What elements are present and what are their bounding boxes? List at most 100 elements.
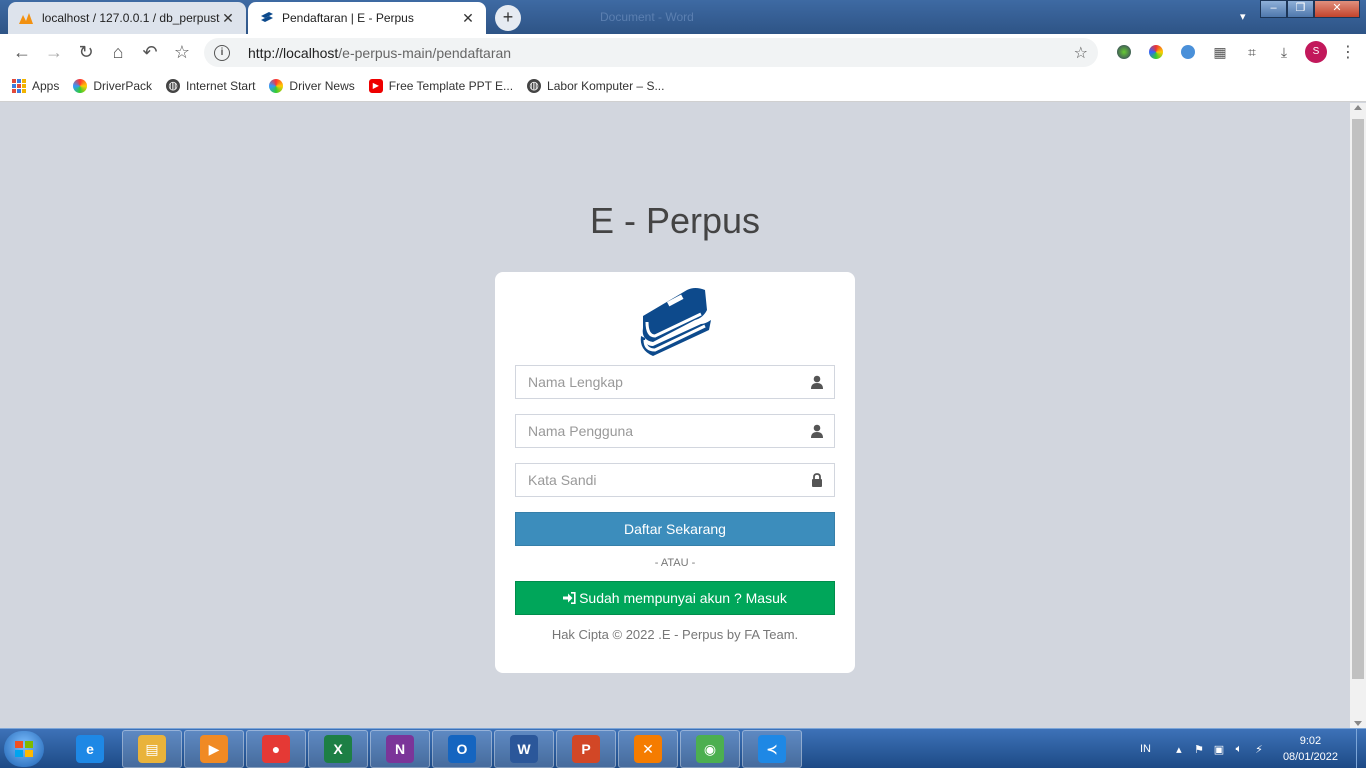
maximize-button[interactable]: ❐ xyxy=(1287,0,1314,18)
taskbar-app[interactable]: ▶ xyxy=(184,730,244,768)
network-icon[interactable]: ▣ xyxy=(1209,743,1229,756)
tab-search-icon[interactable]: ▾ xyxy=(1240,10,1246,23)
browser-toolbar: ← → ↻ ⌂ ↶ ☆ i http://localhost/e-perpus-… xyxy=(0,34,1366,70)
onenote-icon: N xyxy=(386,735,414,763)
close-icon[interactable]: ✕ xyxy=(460,10,476,27)
star-icon[interactable]: ☆ xyxy=(1074,43,1088,63)
fullname-input[interactable] xyxy=(516,366,834,398)
clock-time: 9:02 xyxy=(1299,735,1322,747)
bookmark-label: Apps xyxy=(32,78,60,93)
reload-icon[interactable]: ↻ xyxy=(70,36,102,68)
taskbar-app[interactable]: N xyxy=(370,730,430,768)
password-field[interactable] xyxy=(515,463,835,497)
tab-phpmyadmin[interactable]: localhost / 127.0.0.1 / db_perpust ✕ xyxy=(8,2,246,34)
extension-grid-icon[interactable]: ▦ xyxy=(1204,38,1236,66)
tab-pendaftaran[interactable]: Pendaftaran | E - Perpus ✕ xyxy=(248,2,486,34)
lock-icon xyxy=(810,473,824,487)
clock[interactable]: 9:02 08/01/2022 xyxy=(1283,733,1338,765)
bookmark-label: Internet Start xyxy=(186,78,256,93)
bookmark-driver-news[interactable]: Driver News xyxy=(269,78,355,93)
info-icon[interactable]: i xyxy=(214,44,230,61)
login-button[interactable]: Sudah mempunyai akun ? Masuk xyxy=(515,581,835,615)
back-icon[interactable]: ← xyxy=(6,36,38,68)
fullname-field[interactable] xyxy=(515,365,835,399)
powerpoint-icon: P xyxy=(572,735,600,763)
extension-shield-icon[interactable] xyxy=(1172,38,1204,66)
windows-taskbar: e ▤ ▶ ● X N O W P ✕ ◉ ≺ IN ▴ ⚑ ▣ 🔈︎ ⚡ 9:02 08/01/20… xyxy=(0,728,1366,768)
username-input[interactable] xyxy=(516,415,834,447)
volume-icon[interactable]: 🔈︎ xyxy=(1229,743,1249,756)
home-icon[interactable]: ⌂ xyxy=(102,36,134,68)
tab-label: Pendaftaran | E - Perpus xyxy=(282,11,414,25)
url-path: /e-perpus-main/pendaftaran xyxy=(338,44,512,61)
sign-in-icon xyxy=(563,583,576,615)
bookmark-internet-start[interactable]: ◍ Internet Start xyxy=(166,78,256,93)
bookmark-free-template[interactable]: ▶ Free Template PPT E... xyxy=(368,78,514,93)
download-icon[interactable]: ⤓ xyxy=(1268,38,1300,66)
taskbar-app[interactable]: X xyxy=(308,730,368,768)
taskbar-app[interactable]: ◉ xyxy=(680,730,740,768)
close-icon[interactable]: ✕ xyxy=(220,10,236,27)
forward-icon[interactable]: → xyxy=(38,36,70,68)
extension-globe-icon[interactable] xyxy=(1108,38,1140,66)
bookmark-labor-komputer[interactable]: ◍ Labor Komputer – S... xyxy=(527,78,664,93)
username-field[interactable] xyxy=(515,414,835,448)
windows-logo-icon xyxy=(15,741,33,757)
taskbar-app[interactable]: ● xyxy=(246,730,306,768)
address-bar[interactable]: i http://localhost/e-perpus-main/pendaft… xyxy=(204,38,1098,67)
apps-grid-icon xyxy=(12,78,26,93)
recorder-icon: ● xyxy=(262,735,290,763)
taskbar-apps: e ▤ ▶ ● X N O W P ✕ ◉ ≺ xyxy=(60,730,804,768)
show-hidden-icons-icon[interactable]: ▴ xyxy=(1169,743,1189,756)
outlook-icon: O xyxy=(448,735,476,763)
file-explorer-icon: ▤ xyxy=(138,735,166,763)
user-icon xyxy=(810,424,824,438)
url-text[interactable]: http://localhost/e-perpus-main/pendaftar… xyxy=(248,45,511,61)
bookmark-star-icon[interactable]: ☆ xyxy=(166,36,198,68)
close-window-button[interactable]: ✕ xyxy=(1314,0,1360,18)
taskbar-app[interactable]: P xyxy=(556,730,616,768)
media-player-icon: ▶ xyxy=(200,735,228,763)
register-button[interactable]: Daftar Sekarang xyxy=(515,512,835,546)
menu-icon[interactable]: ⋮ xyxy=(1332,38,1364,66)
window-title: Document - Word xyxy=(600,10,694,24)
youtube-icon: ▶ xyxy=(368,78,383,93)
taskbar-app[interactable]: W xyxy=(494,730,554,768)
profile-avatar[interactable]: S xyxy=(1300,38,1332,66)
start-button[interactable] xyxy=(4,731,44,767)
bookmark-driverpack[interactable]: DriverPack xyxy=(73,78,152,93)
taskbar-app[interactable]: ▤ xyxy=(122,730,182,768)
driverpack-icon xyxy=(269,78,284,93)
bookmark-apps[interactable]: Apps xyxy=(12,78,60,93)
scroll-down-icon[interactable] xyxy=(1354,721,1362,726)
taskbar-app[interactable]: O xyxy=(432,730,492,768)
internet-explorer-icon: e xyxy=(76,735,104,763)
tab-label: localhost / 127.0.0.1 / db_perpust xyxy=(42,11,220,25)
crop-icon[interactable]: ⌗ xyxy=(1236,38,1268,66)
new-tab-button[interactable]: + xyxy=(495,5,521,31)
minimize-button[interactable]: – xyxy=(1260,0,1287,18)
taskbar-app[interactable]: e xyxy=(60,730,120,768)
url-host: http://localhost xyxy=(248,44,339,61)
copyright-text: Hak Cipta © 2022 .E - Perpus by FA Team. xyxy=(551,627,799,642)
taskbar-app[interactable]: ✕ xyxy=(618,730,678,768)
bookmark-label: Free Template PPT E... xyxy=(388,78,514,93)
clock-date: 08/01/2022 xyxy=(1282,751,1338,763)
vscode-icon: ≺ xyxy=(758,735,786,763)
excel-icon: X xyxy=(324,735,352,763)
show-desktop-button[interactable] xyxy=(1356,729,1366,768)
book-stack-icon xyxy=(635,280,715,360)
taskbar-app[interactable]: ≺ xyxy=(742,730,802,768)
globe-icon: ◍ xyxy=(166,78,181,93)
power-icon[interactable]: ⚡ xyxy=(1249,743,1269,756)
password-input[interactable] xyxy=(516,464,834,496)
driverpack-icon xyxy=(73,78,88,93)
scroll-thumb[interactable] xyxy=(1352,119,1364,679)
extension-color-icon[interactable] xyxy=(1140,38,1172,66)
action-center-icon[interactable]: ⚑ xyxy=(1189,743,1209,756)
scroll-up-icon[interactable] xyxy=(1354,105,1362,110)
undo-icon[interactable]: ↶ xyxy=(134,36,166,68)
language-indicator[interactable]: IN xyxy=(1140,743,1151,755)
page-content: E - Perpus Nama Lengkap Nama Pengguna Da… xyxy=(0,103,1350,728)
page-scrollbar[interactable] xyxy=(1350,103,1366,728)
